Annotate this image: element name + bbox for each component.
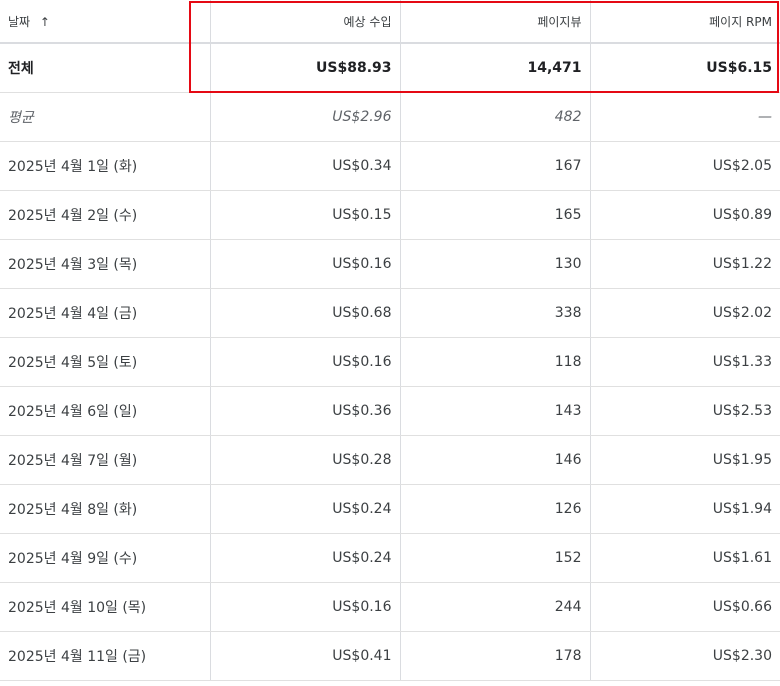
average-row: 평균 US$2.96 482 —	[0, 92, 780, 142]
row-revenue: US$0.41	[210, 631, 401, 681]
row-revenue: US$0.16	[210, 582, 401, 632]
table-row[interactable]: 2025년 4월 2일 (수) US$0.15 165 US$0.89	[0, 190, 780, 240]
total-row: 전체 US$88.93 14,471 US$6.15	[0, 43, 780, 93]
row-pageviews: 244	[400, 582, 591, 632]
table-row[interactable]: 2025년 4월 9일 (수) US$0.24 152 US$1.61	[0, 533, 780, 583]
row-revenue: US$0.34	[210, 141, 401, 191]
row-revenue: US$0.24	[210, 533, 401, 583]
table-row[interactable]: 2025년 4월 6일 (일) US$0.36 143 US$2.53	[0, 386, 780, 436]
pageviews-column-header[interactable]: 페이지뷰	[400, 0, 591, 44]
row-rpm: US$1.33	[590, 337, 780, 387]
row-date: 2025년 4월 4일 (금)	[0, 288, 211, 338]
row-revenue: US$0.24	[210, 484, 401, 534]
row-date: 2025년 4월 6일 (일)	[0, 386, 211, 436]
average-label: 평균	[0, 92, 211, 142]
row-date: 2025년 4월 5일 (토)	[0, 337, 211, 387]
row-pageviews: 130	[400, 239, 591, 289]
average-revenue: US$2.96	[210, 92, 401, 142]
row-rpm: US$1.94	[590, 484, 780, 534]
row-date: 2025년 4월 8일 (화)	[0, 484, 211, 534]
table-header-row: 날짜 ↑ 예상 수입 페이지뷰 페이지 RPM	[0, 0, 780, 44]
table-row[interactable]: 2025년 4월 7일 (월) US$0.28 146 US$1.95	[0, 435, 780, 485]
table-row[interactable]: 2025년 4월 8일 (화) US$0.24 126 US$1.94	[0, 484, 780, 534]
table-row[interactable]: 2025년 4월 5일 (토) US$0.16 118 US$1.33	[0, 337, 780, 387]
row-rpm: US$0.89	[590, 190, 780, 240]
row-rpm: US$2.05	[590, 141, 780, 191]
row-revenue: US$0.15	[210, 190, 401, 240]
row-pageviews: 178	[400, 631, 591, 681]
row-revenue: US$0.28	[210, 435, 401, 485]
table-row[interactable]: 2025년 4월 10일 (목) US$0.16 244 US$0.66	[0, 582, 780, 632]
row-pageviews: 338	[400, 288, 591, 338]
table-row[interactable]: 2025년 4월 3일 (목) US$0.16 130 US$1.22	[0, 239, 780, 289]
total-revenue: US$88.93	[210, 43, 401, 93]
table-row[interactable]: 2025년 4월 4일 (금) US$0.68 338 US$2.02	[0, 288, 780, 338]
date-column-header[interactable]: 날짜 ↑	[0, 0, 211, 44]
row-pageviews: 152	[400, 533, 591, 583]
average-pageviews: 482	[400, 92, 591, 142]
row-date: 2025년 4월 9일 (수)	[0, 533, 211, 583]
row-revenue: US$0.16	[210, 239, 401, 289]
row-date: 2025년 4월 10일 (목)	[0, 582, 211, 632]
row-date: 2025년 4월 7일 (월)	[0, 435, 211, 485]
row-rpm: US$1.61	[590, 533, 780, 583]
row-rpm: US$1.95	[590, 435, 780, 485]
row-rpm: US$2.53	[590, 386, 780, 436]
row-pageviews: 143	[400, 386, 591, 436]
earnings-table: 날짜 ↑ 예상 수입 페이지뷰 페이지 RPM 전체 US$88.93 14,4…	[0, 0, 780, 681]
rpm-column-header[interactable]: 페이지 RPM	[590, 0, 780, 44]
revenue-column-header[interactable]: 예상 수입	[210, 0, 401, 44]
row-pageviews: 126	[400, 484, 591, 534]
row-date: 2025년 4월 3일 (목)	[0, 239, 211, 289]
average-rpm: —	[590, 92, 780, 142]
row-rpm: US$2.02	[590, 288, 780, 338]
row-revenue: US$0.36	[210, 386, 401, 436]
pageviews-header-label: 페이지뷰	[537, 14, 582, 29]
row-pageviews: 146	[400, 435, 591, 485]
table-row[interactable]: 2025년 4월 11일 (금) US$0.41 178 US$2.30	[0, 631, 780, 681]
row-pageviews: 167	[400, 141, 591, 191]
row-rpm: US$2.30	[590, 631, 780, 681]
rpm-header-label: 페이지 RPM	[709, 14, 772, 29]
row-pageviews: 118	[400, 337, 591, 387]
revenue-header-label: 예상 수입	[343, 14, 392, 29]
row-date: 2025년 4월 2일 (수)	[0, 190, 211, 240]
table-row[interactable]: 2025년 4월 1일 (화) US$0.34 167 US$2.05	[0, 141, 780, 191]
row-date: 2025년 4월 11일 (금)	[0, 631, 211, 681]
row-date: 2025년 4월 1일 (화)	[0, 141, 211, 191]
row-revenue: US$0.16	[210, 337, 401, 387]
row-pageviews: 165	[400, 190, 591, 240]
date-header-label: 날짜	[8, 14, 31, 29]
total-label: 전체	[0, 43, 211, 93]
total-rpm: US$6.15	[590, 43, 780, 93]
arrow-up-icon[interactable]: ↑	[40, 15, 50, 29]
total-pageviews: 14,471	[400, 43, 591, 93]
row-rpm: US$1.22	[590, 239, 780, 289]
row-revenue: US$0.68	[210, 288, 401, 338]
row-rpm: US$0.66	[590, 582, 780, 632]
